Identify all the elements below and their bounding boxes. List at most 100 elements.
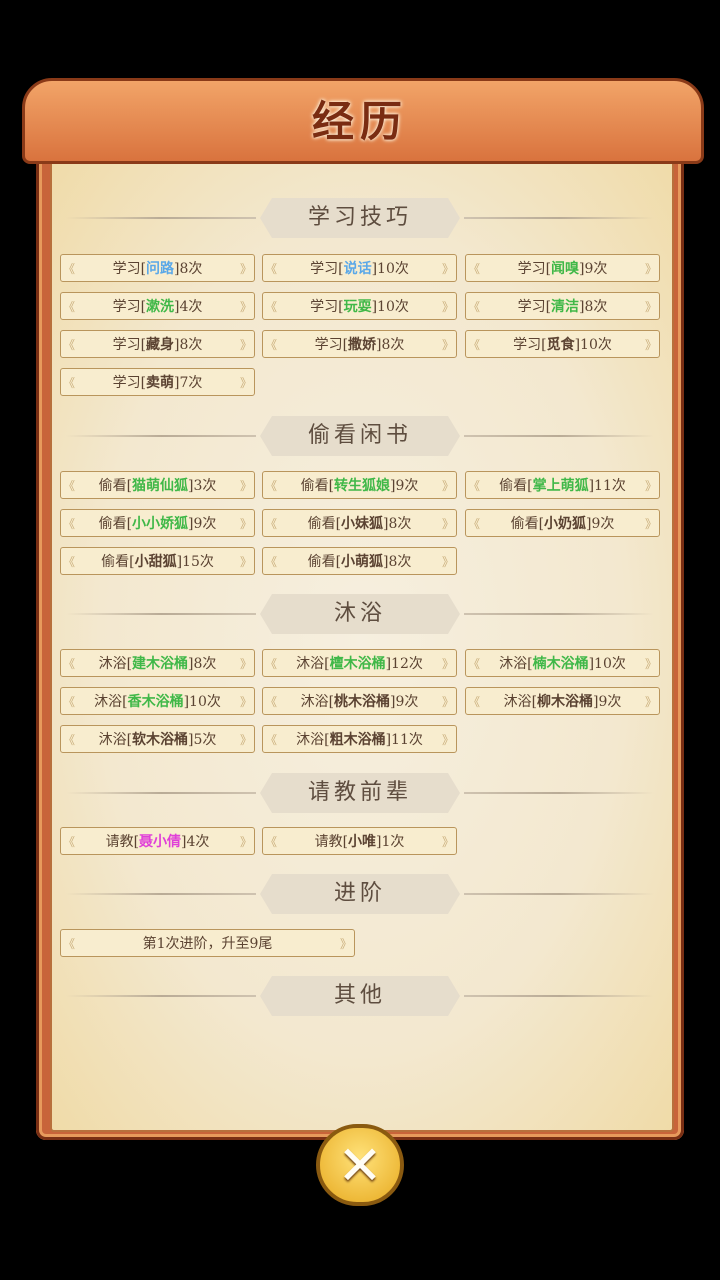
entry-prefix: 学习[: [112, 375, 147, 391]
page-title: 经历: [311, 97, 408, 146]
entry-suffix: ]9次: [188, 516, 217, 532]
entry-suffix: ]4次: [174, 299, 203, 315]
entry-highlight: 撒娇: [348, 337, 377, 353]
entry-suffix: ]9次: [586, 516, 615, 532]
entry-suffix: ]3次: [188, 478, 217, 494]
entry-prefix: 学习[: [112, 299, 147, 315]
entry-highlight: 问路: [146, 261, 175, 277]
entry-prefix: 学习[: [112, 337, 147, 353]
divider-line: [66, 995, 256, 997]
section-header: 偷看闲书: [60, 416, 660, 456]
experience-entry: 沐浴[桃木浴桶]9次: [262, 687, 457, 715]
entry-highlight: 柳木浴桶: [537, 694, 594, 710]
experience-entry: 学习[玩耍]10次: [262, 292, 457, 320]
entry-suffix: ]12次: [385, 656, 423, 672]
experience-entry: 沐浴[檀木浴桶]12次: [262, 649, 457, 677]
entry-prefix: 学习[: [310, 261, 344, 277]
section-header: 学习技巧: [60, 198, 660, 238]
entry-prefix: 请教[: [314, 834, 349, 850]
entry-prefix: 沐浴[: [94, 694, 128, 710]
entry-prefix: 沐浴[: [300, 694, 335, 710]
divider-line: [66, 217, 256, 219]
entry-prefix: 学习[: [314, 337, 349, 353]
divider-line: [464, 893, 654, 895]
entry-suffix: ]10次: [588, 656, 626, 672]
entry-suffix: ]8次: [383, 554, 412, 570]
divider-line: [464, 435, 654, 437]
divider-line: [66, 613, 256, 615]
divider-line: [464, 995, 654, 997]
section-title: 沐浴: [260, 594, 460, 634]
entry-highlight: 掌上萌狐: [532, 478, 589, 494]
entry-highlight: 转生狐娘: [334, 478, 391, 494]
section-header: 请教前辈: [60, 773, 660, 813]
entry-prefix: 沐浴[: [296, 656, 330, 672]
entry-highlight: 猫萌仙狐: [132, 478, 189, 494]
entry-prefix: 学习[: [310, 299, 344, 315]
entry-suffix: ]10次: [574, 337, 612, 353]
divider-line: [464, 792, 654, 794]
entry-highlight: 楠木浴桶: [532, 656, 589, 672]
entry-highlight: 说话: [343, 261, 372, 277]
divider-line: [464, 217, 654, 219]
experience-entry: 沐浴[粗木浴桶]11次: [262, 725, 457, 753]
section-title: 请教前辈: [260, 773, 460, 813]
entry-suffix: ]10次: [371, 299, 409, 315]
section-header: 其他: [60, 976, 660, 1016]
entry-highlight: 小妹狐: [341, 516, 384, 532]
divider-line: [66, 435, 256, 437]
section-header: 进阶: [60, 874, 660, 914]
experience-entry: 沐浴[柳木浴桶]9次: [465, 687, 660, 715]
entry-prefix: 学习[: [112, 261, 147, 277]
experience-entry: 偷看[小甜狐]15次: [60, 547, 255, 575]
experience-entry: 学习[说话]10次: [262, 254, 457, 282]
entry-suffix: ]8次: [174, 337, 203, 353]
experience-entry: 偷看[小萌狐]8次: [262, 547, 457, 575]
entry-prefix: 第1次进阶，: [142, 936, 222, 952]
entry-suffix: ]1次: [376, 834, 405, 850]
entry-suffix: ]7次: [174, 375, 203, 391]
close-button[interactable]: ✕: [316, 1124, 404, 1206]
experience-entry: 第1次进阶，升至9尾: [60, 929, 355, 957]
experience-entry: 偷看[小小娇狐]9次: [60, 509, 255, 537]
experience-entry: 学习[觅食]10次: [465, 330, 660, 358]
entry-highlight: 小奶狐: [544, 516, 587, 532]
entry-suffix: ]10次: [371, 261, 409, 277]
entry-suffix: 升至9尾: [221, 936, 273, 952]
entry-suffix: ]9次: [593, 694, 622, 710]
entry-prefix: 沐浴[: [98, 732, 133, 748]
section-title: 其他: [260, 976, 460, 1016]
entry-highlight: 聂小倩: [139, 834, 182, 850]
experience-entry: 沐浴[建木浴桶]8次: [60, 649, 255, 677]
experience-entry: 学习[卖萌]7次: [60, 368, 255, 396]
entry-suffix: ]9次: [579, 261, 608, 277]
entry-highlight: 藏身: [146, 337, 175, 353]
section-title: 进阶: [260, 874, 460, 914]
entry-prefix: 偷看[: [307, 554, 342, 570]
entry-prefix: 偷看[: [300, 478, 335, 494]
entry-suffix: ]4次: [181, 834, 210, 850]
close-x-icon: ✕: [337, 1133, 383, 1197]
entry-highlight: 檀木浴桶: [329, 656, 386, 672]
entry-prefix: 沐浴[: [503, 694, 538, 710]
entry-highlight: 香木浴桶: [127, 694, 184, 710]
entry-highlight: 闻嗅: [551, 261, 580, 277]
entry-highlight: 玩耍: [343, 299, 372, 315]
entry-suffix: ]8次: [174, 261, 203, 277]
entry-highlight: 漱洗: [146, 299, 175, 315]
entry-suffix: ]15次: [176, 554, 214, 570]
entry-suffix: ]8次: [188, 656, 217, 672]
entry-suffix: ]8次: [376, 337, 405, 353]
entry-prefix: 学习[: [513, 337, 547, 353]
experience-entry: 偷看[小妹狐]8次: [262, 509, 457, 537]
entry-prefix: 学习[: [517, 299, 552, 315]
entry-prefix: 沐浴[: [499, 656, 533, 672]
entry-prefix: 偷看[: [499, 478, 533, 494]
entry-prefix: 沐浴[: [98, 656, 133, 672]
entry-prefix: 沐浴[: [296, 732, 330, 748]
entry-suffix: ]9次: [390, 694, 419, 710]
entry-suffix: ]8次: [579, 299, 608, 315]
entry-highlight: 小萌狐: [341, 554, 384, 570]
entry-prefix: 偷看[: [510, 516, 545, 532]
experience-entry: 偷看[猫萌仙狐]3次: [60, 471, 255, 499]
